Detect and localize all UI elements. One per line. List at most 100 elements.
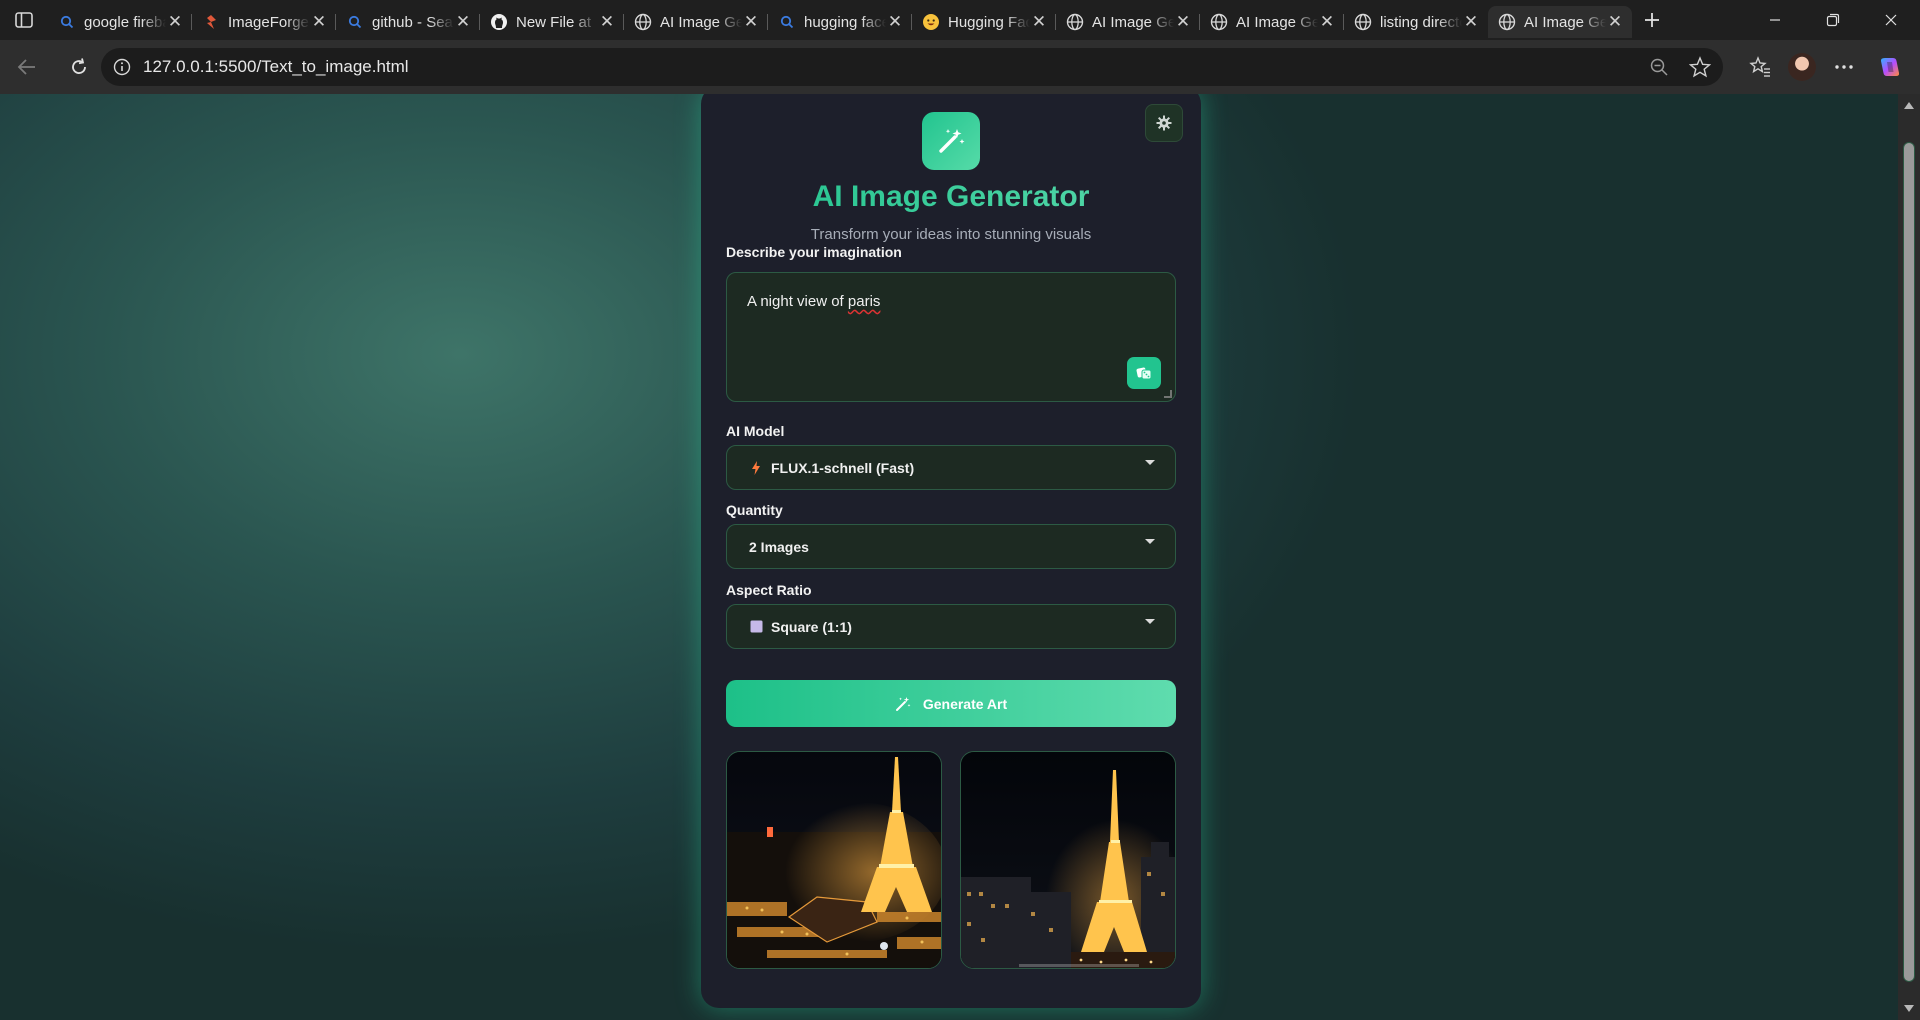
github-icon (490, 13, 508, 31)
globe-icon (1354, 13, 1372, 31)
close-icon[interactable]: ✕ (1318, 12, 1336, 31)
page-scrollbar[interactable] (1898, 94, 1920, 1020)
generate-art-label: Generate Art (922, 695, 1008, 712)
favorites-button[interactable] (1742, 49, 1778, 85)
profile-avatar[interactable] (1788, 53, 1816, 81)
more-menu-button[interactable] (1826, 49, 1862, 85)
tab-list: google firebase ✕ ImageForge ✕ github - … (48, 0, 1672, 40)
generate-art-button[interactable]: Generate Art (726, 680, 1176, 727)
generated-image-2[interactable] (960, 751, 1176, 969)
info-icon[interactable] (113, 58, 131, 76)
close-icon[interactable]: ✕ (1462, 12, 1480, 31)
address-bar[interactable]: 127.0.0.1:5500/Text_to_image.html (101, 48, 1723, 86)
close-icon[interactable]: ✕ (598, 12, 616, 31)
scrollbar-thumb[interactable] (1903, 142, 1915, 982)
model-label: AI Model (726, 423, 785, 439)
textarea-resize-handle[interactable] (1164, 390, 1172, 398)
tab-title: Hugging Face (948, 13, 1030, 31)
tab-11-active[interactable]: AI Image Generator ✕ (1488, 6, 1632, 38)
tab-6[interactable]: hugging face ✕ (767, 6, 912, 38)
prompt-text: A night view of (747, 293, 848, 310)
image-gallery (726, 751, 1176, 969)
imageforge-icon (202, 13, 220, 31)
window-controls (1746, 0, 1920, 40)
reload-button[interactable] (60, 48, 98, 86)
minimize-button[interactable] (1746, 0, 1804, 40)
sidebar-toggle-icon (15, 12, 33, 28)
tab-1[interactable]: google firebase ✕ (48, 6, 192, 38)
page-subtitle: Transform your ideas into stunning visua… (810, 226, 1092, 243)
tab-actions-button[interactable] (0, 0, 48, 40)
favorites-list-icon (1749, 56, 1770, 77)
close-icon[interactable]: ✕ (454, 12, 472, 31)
aspect-ratio-label: Aspect Ratio (726, 582, 812, 598)
globe-icon (1066, 13, 1084, 31)
model-select[interactable]: FLUX.1-schnell (Fast) (726, 445, 1176, 490)
toolbar-right (1742, 40, 1908, 94)
tab-title: AI Image Generator (1524, 13, 1606, 31)
model-selected-value: FLUX.1-schnell (Fast) (771, 459, 915, 476)
prompt-label: Describe your imagination (726, 244, 902, 260)
scroll-up-arrow-icon[interactable] (1904, 102, 1914, 109)
tab-title: google firebase (84, 13, 166, 31)
eiffel-tower-skyline-image (961, 752, 1175, 968)
favorite-star-icon[interactable] (1689, 56, 1711, 78)
tab-4[interactable]: New File at ✕ (479, 6, 624, 38)
aspect-ratio-select[interactable]: Square (1:1) (726, 604, 1176, 649)
zoom-out-icon[interactable] (1649, 57, 1669, 77)
copilot-button[interactable] (1872, 49, 1908, 85)
globe-icon (1210, 13, 1228, 31)
tab-7[interactable]: Hugging Face ✕ (911, 6, 1056, 38)
url-text[interactable]: 127.0.0.1:5500/Text_to_image.html (143, 57, 409, 77)
close-icon[interactable]: ✕ (166, 12, 184, 31)
close-window-button[interactable] (1862, 0, 1920, 40)
close-icon[interactable]: ✕ (1606, 12, 1624, 31)
generator-card: AI Image Generator Transform your ideas … (701, 94, 1201, 1008)
chevron-down-icon (1145, 460, 1155, 465)
page-title: AI Image Generator (701, 180, 1201, 214)
tab-title: AI Image Generator (1092, 13, 1174, 31)
close-icon[interactable]: ✕ (1030, 12, 1048, 31)
quantity-select[interactable]: 2 Images (726, 524, 1176, 569)
search-icon (58, 13, 76, 31)
back-button[interactable] (8, 48, 46, 86)
close-icon (1885, 14, 1897, 26)
lightning-icon (749, 460, 763, 475)
tab-10[interactable]: listing directory ✕ (1343, 6, 1488, 38)
generated-image-1[interactable] (726, 751, 942, 969)
aspect-ratio-selected-value: Square (1:1) (771, 618, 852, 635)
tab-8[interactable]: AI Image Generator ✕ (1055, 6, 1200, 38)
gear-icon (1156, 115, 1172, 131)
new-tab-button[interactable] (1632, 0, 1672, 40)
restore-icon (1826, 13, 1840, 27)
tab-title: New File at (516, 13, 592, 31)
globe-icon (634, 13, 652, 31)
close-icon[interactable]: ✕ (886, 12, 904, 31)
minimize-icon (1770, 19, 1780, 21)
close-icon[interactable]: ✕ (1174, 12, 1192, 31)
prompt-textarea[interactable]: A night view of paris (726, 272, 1176, 402)
tab-9[interactable]: AI Image Generator ✕ (1199, 6, 1344, 38)
chevron-down-icon (1145, 619, 1155, 624)
theme-settings-button[interactable] (1145, 104, 1183, 142)
app-logo (922, 112, 980, 170)
tab-3[interactable]: github - Search ✕ (335, 6, 480, 38)
magic-wand-icon (895, 696, 911, 712)
close-icon[interactable]: ✕ (742, 12, 760, 31)
restore-button[interactable] (1804, 0, 1862, 40)
tab-title: github - Search (372, 13, 454, 31)
chevron-down-icon (1145, 539, 1155, 544)
more-dots-icon (1835, 65, 1853, 69)
page-viewport: AI Image Generator Transform your ideas … (0, 94, 1920, 1020)
hugging-face-icon (922, 13, 940, 31)
reload-icon (72, 58, 86, 74)
close-icon[interactable]: ✕ (310, 12, 328, 31)
tab-title: hugging face (804, 13, 886, 31)
random-prompt-button[interactable] (1127, 357, 1161, 389)
tab-5[interactable]: AI Image Generator ✕ (623, 6, 768, 38)
scroll-down-arrow-icon[interactable] (1904, 1005, 1914, 1012)
globe-icon (1498, 13, 1516, 31)
tab-2[interactable]: ImageForge ✕ (191, 6, 336, 38)
copilot-icon (1880, 58, 1900, 76)
tab-title: AI Image Generator (660, 13, 742, 31)
